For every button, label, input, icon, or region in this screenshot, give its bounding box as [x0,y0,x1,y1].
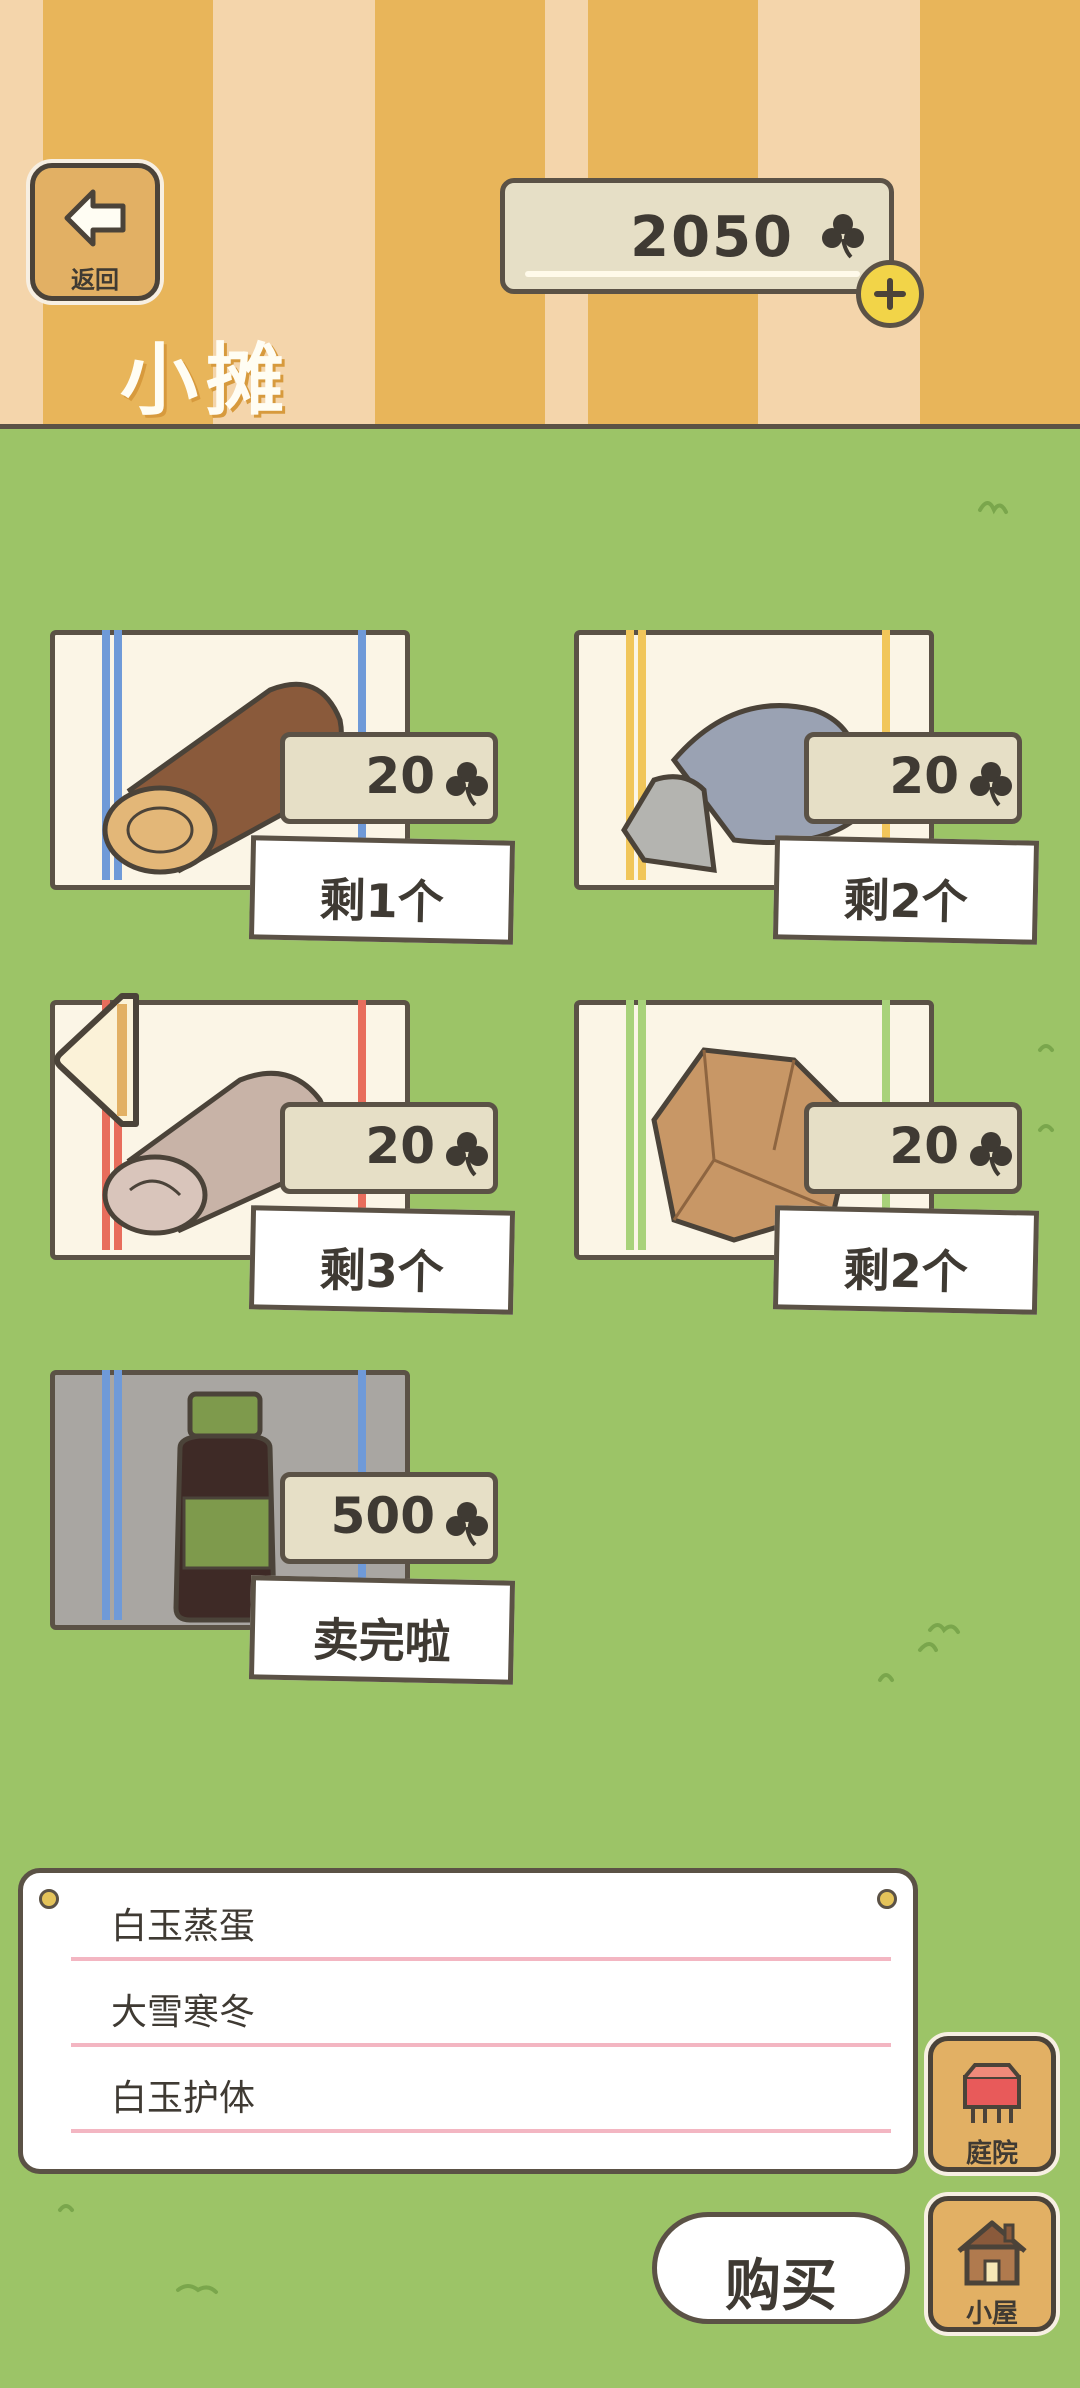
shop-item-paper-bag[interactable]: 20 剩2个 [564,1000,1040,1340]
list-item[interactable]: 大雪寒冬 [71,1959,891,2047]
panel-pin [39,1889,59,1909]
price-tag: 20 [804,732,1022,939]
back-label: 返回 [71,266,119,294]
add-coins-button[interactable] [856,260,924,328]
price: 20 [365,1117,435,1175]
price-tag: 20 [804,1102,1022,1309]
price-tag: 20 [280,732,498,939]
price: 20 [889,747,959,805]
stock-text: 剩1个 [319,872,445,930]
coin-balance: 2050 [630,205,794,270]
clover-icon [970,1132,1012,1177]
stock-label: 剩1个 [248,835,516,945]
plus-icon [874,278,906,310]
rug-stripe [114,1370,122,1620]
list-item[interactable]: 白玉蒸蛋 [71,1873,891,1961]
list-item[interactable]: 白玉护体 [71,2045,891,2133]
stock-label: 剩2个 [772,835,1040,945]
list-item-text: 大雪寒冬 [111,1992,256,2033]
clover-icon [446,762,488,807]
prev-page-arrow-icon[interactable] [52,990,142,1130]
back-button[interactable]: 返回 [30,163,160,301]
stock-label: 剩2个 [772,1205,1040,1315]
price-tag: 20 [280,1102,498,1309]
yard-label: 庭院 [965,2139,1018,2169]
stock-text: 剩3个 [319,1242,445,1300]
clover-icon [970,762,1012,807]
coin-balance-box: 2050 [500,178,894,294]
list-item-text: 白玉蒸蛋 [111,1906,256,1947]
price-tag: 500 [280,1472,498,1679]
stock-text: 卖完啦 [312,1612,452,1670]
stock-text: 剩2个 [843,1242,969,1300]
price: 20 [889,1117,959,1175]
list-item-text: 白玉护体 [111,2078,256,2119]
clover-icon [822,214,864,259]
price: 20 [365,747,435,805]
coin-bar-highlight [525,271,860,277]
house-button[interactable]: 小屋 [928,2196,1056,2332]
stock-label: 剩3个 [248,1205,516,1315]
page-title: 小摊 [120,336,293,426]
stock-text: 剩2个 [843,872,969,930]
clover-icon [446,1502,488,1547]
rug-stripe [102,1370,110,1620]
yard-button[interactable]: 庭院 [928,2036,1056,2172]
item-list-panel: 白玉蒸蛋 大雪寒冬 白玉护体 [18,1868,918,2174]
shop-item-wood[interactable]: 20 剩1个 [40,630,516,970]
price: 500 [330,1487,435,1545]
shop-item-stone[interactable]: 20 剩2个 [564,630,1040,970]
buy-button[interactable]: 购买 [652,2212,910,2324]
sold-out-label: 卖完啦 [248,1575,516,1685]
house-label: 小屋 [965,2299,1018,2329]
clover-icon [446,1132,488,1177]
house-icon [957,2220,1027,2286]
shop-item-medicine[interactable]: 500 卖完啦 [40,1370,516,1710]
buy-label: 购买 [725,2254,837,2319]
yard-icon [963,2063,1021,2123]
back-arrow-icon [64,189,126,247]
